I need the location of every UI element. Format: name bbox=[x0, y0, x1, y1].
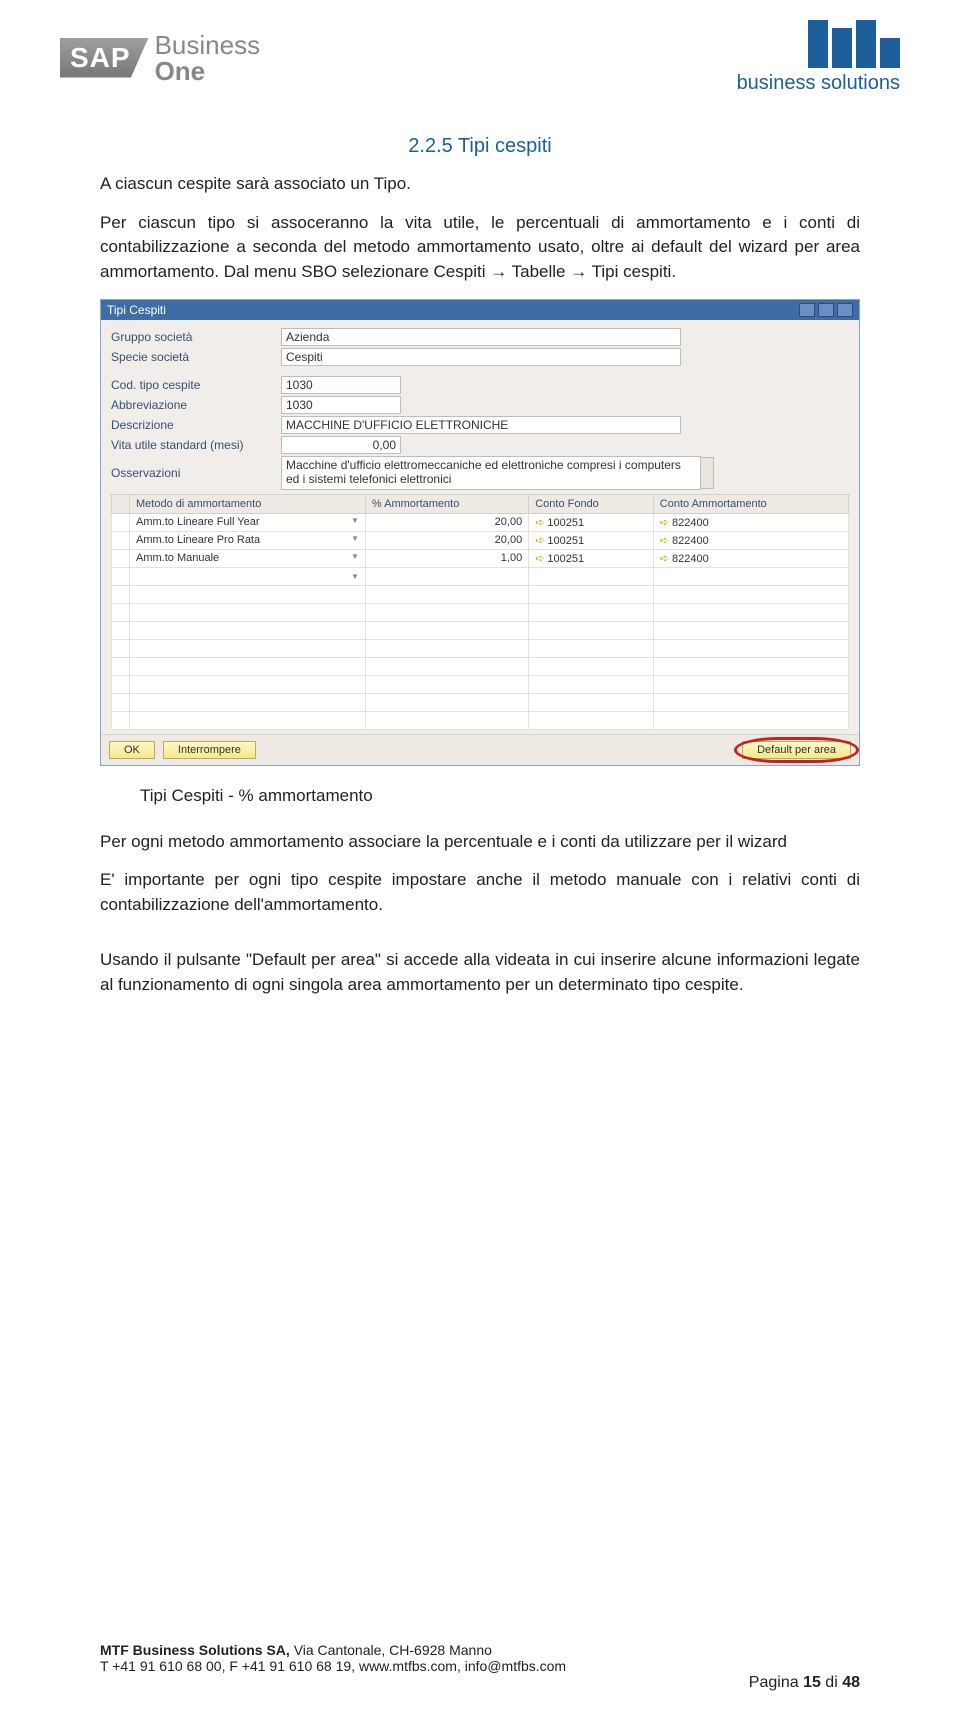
footer-address: Via Cantonale, CH-6928 Manno bbox=[294, 1642, 492, 1658]
cell-metodo[interactable]: Amm.to Lineare Pro Rata bbox=[130, 531, 366, 549]
table-row-empty bbox=[112, 675, 849, 693]
table-row-empty bbox=[112, 711, 849, 729]
table-row-empty bbox=[112, 657, 849, 675]
cell-metodo[interactable]: Amm.to Lineare Full Year bbox=[130, 513, 366, 531]
close-icon[interactable] bbox=[837, 303, 853, 317]
page-number: Pagina 15 di 48 bbox=[749, 1674, 860, 1692]
cell-pct[interactable]: 20,00 bbox=[365, 531, 528, 549]
page-current: 15 bbox=[803, 1674, 821, 1691]
cell-pct[interactable]: 20,00 bbox=[365, 513, 528, 531]
window-buttons bbox=[799, 303, 853, 317]
table-row[interactable]: Amm.to Lineare Full Year 20,00 100251 82… bbox=[112, 513, 849, 531]
scrollbar-icon[interactable] bbox=[700, 457, 714, 489]
sap-logo: SAP Business One bbox=[60, 20, 260, 95]
mtf-bars-icon bbox=[737, 20, 900, 68]
figure-caption: Tipi Cespiti - % ammortamento bbox=[140, 786, 860, 806]
cell-conto[interactable]: 822400 bbox=[653, 513, 848, 531]
label-cod: Cod. tipo cespite bbox=[111, 378, 281, 392]
footer-contact: T +41 91 610 68 00, F +41 91 610 68 19, … bbox=[100, 1658, 566, 1674]
paragraph-5: Usando il pulsante "Default per area" si… bbox=[100, 948, 860, 997]
page-of: di bbox=[821, 1674, 842, 1691]
paragraph-3: Per ogni metodo ammortamento associare l… bbox=[100, 830, 860, 855]
th-metodo: Metodo di ammortamento bbox=[130, 494, 366, 513]
document-content: 2.2.5 Tipi cespiti A ciascun cespite sar… bbox=[0, 105, 960, 998]
page-footer: MTF Business Solutions SA, Via Cantonale… bbox=[100, 1642, 860, 1692]
cell-metodo[interactable]: Amm.to Manuale bbox=[130, 549, 366, 567]
sap-line1: Business bbox=[155, 32, 261, 58]
field-descr[interactable]: MACCHINE D'UFFICIO ELETTRONICHE bbox=[281, 416, 681, 434]
highlight-ellipse: Default per area bbox=[742, 741, 851, 759]
cell-fondo[interactable]: 100251 bbox=[529, 531, 654, 549]
cell-fondo[interactable]: 100251 bbox=[529, 513, 654, 531]
sap-product-text: Business One bbox=[155, 32, 261, 84]
sap-titlebar: Tipi Cespiti bbox=[101, 300, 859, 320]
label-descr: Descrizione bbox=[111, 418, 281, 432]
table-row[interactable]: Amm.to Lineare Pro Rata 20,00 100251 822… bbox=[112, 531, 849, 549]
page-header: SAP Business One business solutions bbox=[0, 0, 960, 105]
label-gruppo: Gruppo società bbox=[111, 330, 281, 344]
maximize-icon[interactable] bbox=[818, 303, 834, 317]
section-title: 2.2.5 Tipi cespiti bbox=[100, 135, 860, 158]
sap-window-footer: OK Interrompere Default per area bbox=[101, 734, 859, 765]
paragraph-2: Per ciascun tipo si assoceranno la vita … bbox=[100, 211, 860, 285]
th-pct: % Ammortamento bbox=[365, 494, 528, 513]
mtf-tagline: business solutions bbox=[737, 72, 900, 95]
paragraph-1: A ciascun cespite sarà associato un Tipo… bbox=[100, 172, 860, 197]
th-conto: Conto Ammortamento bbox=[653, 494, 848, 513]
mtf-logo: business solutions bbox=[737, 20, 900, 95]
field-cod[interactable]: 1030 bbox=[281, 376, 401, 394]
footer-company: MTF Business Solutions SA, bbox=[100, 1642, 294, 1658]
default-per-area-button[interactable]: Default per area bbox=[742, 741, 851, 759]
field-gruppo[interactable]: Azienda bbox=[281, 328, 681, 346]
cell-conto[interactable]: 822400 bbox=[653, 549, 848, 567]
label-abbrev: Abbreviazione bbox=[111, 398, 281, 412]
th-fondo: Conto Fondo bbox=[529, 494, 654, 513]
field-specie[interactable]: Cespiti bbox=[281, 348, 681, 366]
label-oss: Osservazioni bbox=[111, 466, 281, 480]
field-oss-text: Macchine d'ufficio elettromeccaniche ed … bbox=[286, 458, 681, 486]
field-abbrev[interactable]: 1030 bbox=[281, 396, 401, 414]
depreciation-table: Metodo di ammortamento % Ammortamento Co… bbox=[111, 494, 849, 730]
table-row-empty bbox=[112, 693, 849, 711]
window-title: Tipi Cespiti bbox=[107, 303, 166, 317]
cell-conto[interactable]: 822400 bbox=[653, 531, 848, 549]
field-oss[interactable]: Macchine d'ufficio elettromeccaniche ed … bbox=[281, 456, 701, 490]
table-row-empty bbox=[112, 585, 849, 603]
cancel-button[interactable]: Interrompere bbox=[163, 741, 256, 759]
sap-badge: SAP bbox=[60, 38, 149, 78]
cell-pct[interactable]: 1,00 bbox=[365, 549, 528, 567]
table-row-empty bbox=[112, 603, 849, 621]
table-row[interactable]: Amm.to Manuale 1,00 100251 822400 bbox=[112, 549, 849, 567]
table-row-empty bbox=[112, 567, 849, 585]
field-vita[interactable]: 0,00 bbox=[281, 436, 401, 454]
minimize-icon[interactable] bbox=[799, 303, 815, 317]
label-specie: Specie società bbox=[111, 350, 281, 364]
table-row-empty bbox=[112, 621, 849, 639]
page-prefix: Pagina bbox=[749, 1674, 803, 1691]
sap-line2: One bbox=[155, 58, 261, 84]
cell-fondo[interactable]: 100251 bbox=[529, 549, 654, 567]
sap-form: Gruppo società Azienda Specie società Ce… bbox=[101, 320, 859, 734]
label-vita: Vita utile standard (mesi) bbox=[111, 438, 281, 452]
ok-button[interactable]: OK bbox=[109, 741, 155, 759]
paragraph-4: E' importante per ogni tipo cespite impo… bbox=[100, 868, 860, 917]
sap-window: Tipi Cespiti Gruppo società Azienda Spec… bbox=[100, 299, 860, 766]
page-total: 48 bbox=[842, 1674, 860, 1691]
table-row-empty bbox=[112, 639, 849, 657]
